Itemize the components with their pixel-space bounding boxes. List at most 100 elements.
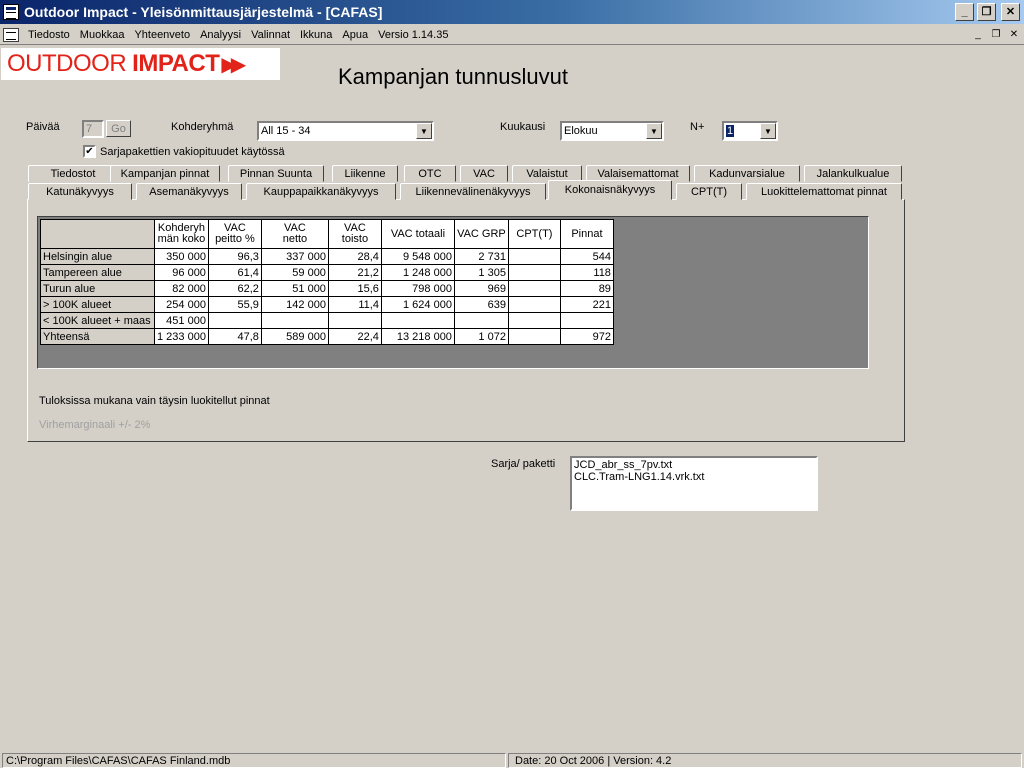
table-cell[interactable] (207, 312, 262, 329)
table-cell[interactable] (260, 312, 329, 329)
table-cell[interactable]: 451 000 (154, 312, 209, 329)
chevron-down-icon[interactable]: ▼ (760, 123, 776, 139)
menu-ikkuna[interactable]: Ikkuna (295, 29, 337, 41)
table-cell[interactable] (559, 312, 614, 329)
table-cell[interactable]: 62,2 (207, 280, 262, 297)
menu-apua[interactable]: Apua (337, 29, 373, 41)
menu-muokkaa[interactable]: Muokkaa (75, 29, 130, 41)
table-row[interactable]: Helsingin alue 350 000 96,3 337 000 28,4 9 54… (40, 248, 614, 265)
fixed-length-option[interactable]: ✔ Sarjapakettien vakiopituudet käytössä (83, 145, 285, 158)
table-cell[interactable]: 972 (559, 328, 614, 345)
chevron-down-icon[interactable]: ▼ (416, 123, 432, 139)
table-cell[interactable]: 15,6 (327, 280, 382, 297)
row-header[interactable]: Turun alue (40, 280, 155, 297)
row-header[interactable]: Yhteensä (40, 328, 155, 345)
app-icon[interactable] (3, 4, 19, 20)
table-row[interactable]: > 100K alueet 254 000 55,9 142 000 11,4 1 624… (40, 296, 614, 313)
list-item[interactable]: CLC.Tram-LNG1.14.vrk.txt (574, 471, 814, 483)
column-header[interactable]: VAC GRP (453, 219, 509, 249)
table-cell[interactable] (453, 312, 509, 329)
fixed-length-checkbox[interactable]: ✔ (83, 145, 96, 158)
table-row[interactable]: < 100K alueet + maas 451 000 (40, 312, 614, 329)
table-cell[interactable]: 1 305 (453, 264, 509, 281)
tab-kokonaisnakyvyys[interactable]: Kokonaisnäkyvyys (548, 180, 672, 200)
table-row[interactable]: Yhteensä 1 233 000 47,8 589 000 22,4 13 218 0… (40, 328, 614, 345)
table-cell[interactable]: 118 (559, 264, 614, 281)
table-cell[interactable] (507, 248, 561, 265)
table-cell[interactable]: 61,4 (207, 264, 262, 281)
table-cell[interactable]: 589 000 (260, 328, 329, 345)
menu-versio[interactable]: Versio 1.14.35 (373, 29, 453, 41)
document-icon[interactable] (3, 27, 19, 42)
column-header[interactable]: VAC totaali (380, 219, 455, 249)
tab-liikennevalinenakyvyys[interactable]: Liikennevälinenäkyvyys (400, 183, 546, 200)
table-cell[interactable]: 350 000 (154, 248, 209, 265)
tab-kampanjan-pinnat[interactable]: Kampanjan pinnat (110, 165, 220, 182)
row-header[interactable]: > 100K alueet (40, 296, 155, 313)
table-cell[interactable]: 55,9 (207, 296, 262, 313)
table-cell[interactable]: 82 000 (154, 280, 209, 297)
mdi-close-button[interactable]: ✕ (1006, 27, 1022, 41)
table-cell[interactable] (507, 280, 561, 297)
tab-otc[interactable]: OTC (404, 165, 456, 182)
row-header[interactable]: Tampereen alue (40, 264, 155, 281)
menu-analyysi[interactable]: Analyysi (195, 29, 246, 41)
table-cell[interactable]: 1 233 000 (154, 328, 209, 345)
row-header[interactable]: Helsingin alue (40, 248, 155, 265)
table-cell[interactable] (380, 312, 455, 329)
list-item[interactable]: JCD_abr_ss_7pv.txt (574, 459, 814, 471)
table-cell[interactable]: 47,8 (207, 328, 262, 345)
results-grid[interactable]: Kohderyh män koko VAC peitto % VAC netto VA… (40, 219, 614, 345)
table-cell[interactable] (507, 328, 561, 345)
menu-yhteenveto[interactable]: Yhteenveto (129, 29, 195, 41)
table-row[interactable]: Tampereen alue 96 000 61,4 59 000 21,2 1 248 … (40, 264, 614, 281)
table-cell[interactable]: 639 (453, 296, 509, 313)
minimize-button[interactable]: _ (955, 3, 974, 21)
tab-pinnan-suunta[interactable]: Pinnan Suunta (228, 165, 324, 182)
column-header[interactable]: VAC toisto (327, 219, 382, 249)
table-cell[interactable]: 13 218 000 (380, 328, 455, 345)
table-cell[interactable] (507, 312, 561, 329)
table-cell[interactable]: 96 000 (154, 264, 209, 281)
chevron-down-icon[interactable]: ▼ (646, 123, 662, 139)
table-cell[interactable]: 96,3 (207, 248, 262, 265)
table-cell[interactable] (327, 312, 382, 329)
table-cell[interactable]: 254 000 (154, 296, 209, 313)
column-header[interactable]: Kohderyh män koko (154, 219, 209, 249)
table-cell[interactable]: 544 (559, 248, 614, 265)
tab-katunakyvyys[interactable]: Katunäkyvyys (28, 183, 132, 200)
go-button[interactable]: Go (106, 120, 131, 137)
table-cell[interactable]: 21,2 (327, 264, 382, 281)
menu-valinnat[interactable]: Valinnat (246, 29, 295, 41)
row-header[interactable]: < 100K alueet + maas (40, 312, 155, 329)
column-header[interactable]: Pinnat (559, 219, 614, 249)
table-cell[interactable] (507, 296, 561, 313)
table-cell[interactable]: 969 (453, 280, 509, 297)
table-cell[interactable]: 798 000 (380, 280, 455, 297)
tab-vac[interactable]: VAC (460, 165, 508, 182)
tab-asemanakyvyys[interactable]: Asemanäkyvyys (136, 183, 242, 200)
day-input[interactable]: 7 (82, 120, 104, 138)
n-plus-select[interactable]: 1 ▼ (722, 121, 778, 141)
table-cell[interactable] (507, 264, 561, 281)
table-cell[interactable]: 1 072 (453, 328, 509, 345)
table-cell[interactable]: 28,4 (327, 248, 382, 265)
table-cell[interactable]: 22,4 (327, 328, 382, 345)
table-cell[interactable]: 1 624 000 (380, 296, 455, 313)
tab-cpt[interactable]: CPT(T) (676, 183, 742, 200)
table-cell[interactable]: 2 731 (453, 248, 509, 265)
target-group-select[interactable]: All 15 - 34 ▼ (257, 121, 434, 141)
tab-luokittelemattomat-pinnat[interactable]: Luokittelemattomat pinnat (746, 183, 902, 200)
mdi-restore-button[interactable]: ❐ (988, 27, 1004, 41)
table-cell[interactable]: 59 000 (260, 264, 329, 281)
mdi-minimize-button[interactable]: _ (970, 27, 986, 41)
restore-button[interactable]: ❐ (977, 3, 996, 21)
table-row[interactable]: Turun alue 82 000 62,2 51 000 15,6 798 000 969… (40, 280, 614, 297)
series-package-list[interactable]: JCD_abr_ss_7pv.txt CLC.Tram-LNG1.14.vrk.… (570, 456, 818, 511)
column-header[interactable]: CPT(T) (507, 219, 561, 249)
table-cell[interactable]: 1 248 000 (380, 264, 455, 281)
menu-tiedosto[interactable]: Tiedosto (23, 29, 75, 41)
month-select[interactable]: Elokuu ▼ (560, 121, 664, 141)
table-cell[interactable]: 51 000 (260, 280, 329, 297)
tab-kauppapaikkanakyvyys[interactable]: Kauppapaikkanäkyvyys (246, 183, 396, 200)
